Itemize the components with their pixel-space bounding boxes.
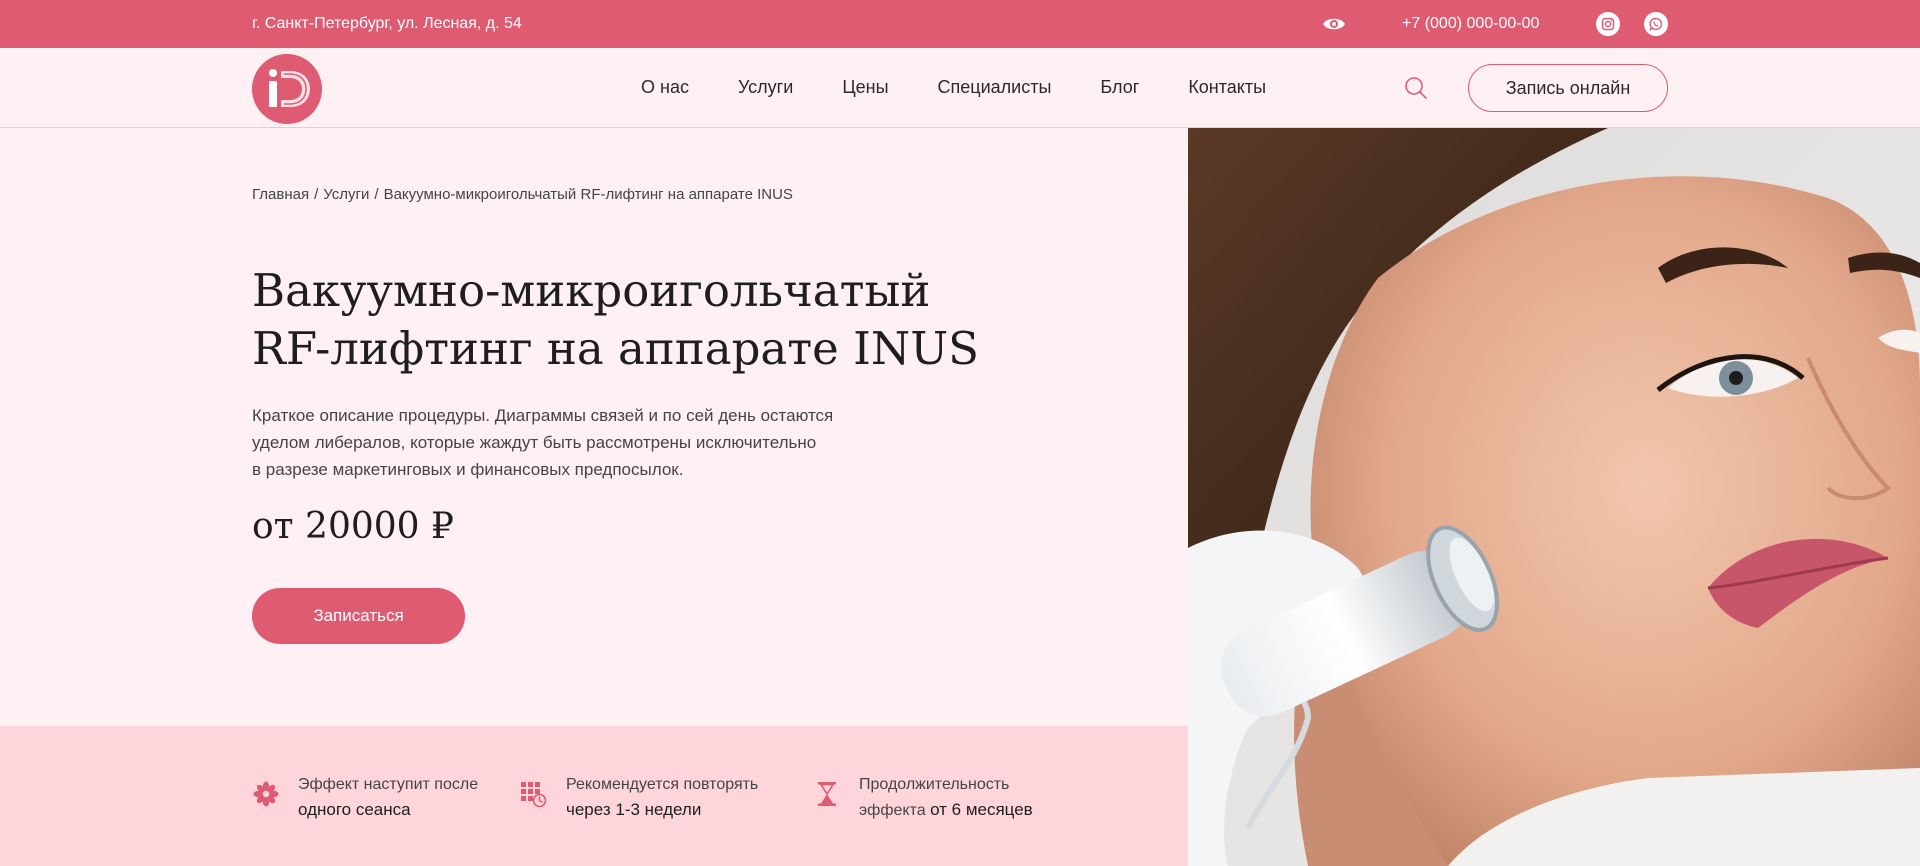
breadcrumb-separator: / [374, 186, 379, 203]
nav-item-blog[interactable]: Блог [1100, 77, 1139, 98]
title-line-1: Вакуумно-микроигольчатый [252, 264, 931, 317]
breadcrumb: Главная / Услуги / Вакуумно-микроигольчатый … [252, 186, 793, 203]
title-line-2: RF-лифтинг на аппарате INUS [252, 322, 979, 375]
site-header: О нас Услуги Цены Специалисты Блог Конта… [0, 48, 1920, 128]
feature-value: одного сеанса [298, 800, 411, 819]
calendar-clock-icon [520, 780, 548, 808]
price: от 20000 ₽ [252, 506, 454, 547]
breadcrumb-separator: / [314, 186, 319, 203]
book-online-button[interactable]: Запись онлайн [1468, 64, 1668, 112]
whatsapp-icon[interactable] [1644, 12, 1668, 36]
main-nav: О нас Услуги Цены Специалисты Блог Конта… [641, 77, 1266, 98]
description-line-1: Краткое описание процедуры. Диаграммы св… [252, 406, 834, 425]
nav-item-about[interactable]: О нас [641, 77, 689, 98]
page-title: Вакуумно-микроигольчатый RF-лифтинг на а… [252, 262, 1012, 378]
feature-caption-cont: эффекта [859, 802, 931, 819]
instagram-icon[interactable] [1596, 12, 1620, 36]
description-line-3: в разрезе маркетинговых и финансовых пре… [252, 460, 684, 479]
breadcrumb-current: Вакуумно-микроигольчатый RF-лифтинг на а… [383, 186, 793, 203]
nav-item-specialists[interactable]: Специалисты [938, 77, 1052, 98]
nav-item-services[interactable]: Услуги [738, 77, 793, 98]
breadcrumb-services[interactable]: Услуги [323, 186, 369, 203]
hourglass-icon [813, 780, 841, 808]
flower-icon [252, 780, 280, 808]
address-text: г. Санкт-Петербург, ул. Лесная, д. 54 [252, 15, 522, 32]
phone-link[interactable]: +7 (000) 000-00-00 [1402, 15, 1539, 33]
description-line-2: уделом либералов, которые жаждут быть ра… [252, 433, 817, 452]
nav-item-contacts[interactable]: Контакты [1188, 77, 1266, 98]
logo[interactable] [252, 54, 322, 124]
book-button[interactable]: Записаться [252, 588, 465, 644]
feature-caption: Эффект наступит после [298, 776, 479, 793]
feature-value: от 6 месяцев [930, 800, 1033, 819]
feature-value: через 1-3 недели [566, 800, 702, 819]
feature-text: Рекомендуется повторять через 1-3 недели [566, 772, 758, 823]
hero-photo [1188, 128, 1920, 866]
features-strip: Эффект наступит после одного сеанса Реко… [0, 726, 1188, 866]
top-bar: г. Санкт-Петербург, ул. Лесная, д. 54 +7… [0, 0, 1920, 48]
feature-caption: Рекомендуется повторять [566, 776, 759, 793]
nav-item-prices[interactable]: Цены [842, 77, 888, 98]
eye-icon[interactable] [1322, 14, 1346, 34]
feature-caption: Продолжительность [859, 776, 1010, 793]
breadcrumb-home[interactable]: Главная [252, 186, 309, 203]
feature-text: Продолжительность эффекта от 6 месяцев [859, 772, 1033, 823]
feature-text: Эффект наступит после одного сеанса [298, 772, 478, 823]
search-icon[interactable] [1404, 76, 1428, 100]
procedure-description: Краткое описание процедуры. Диаграммы св… [252, 402, 902, 483]
